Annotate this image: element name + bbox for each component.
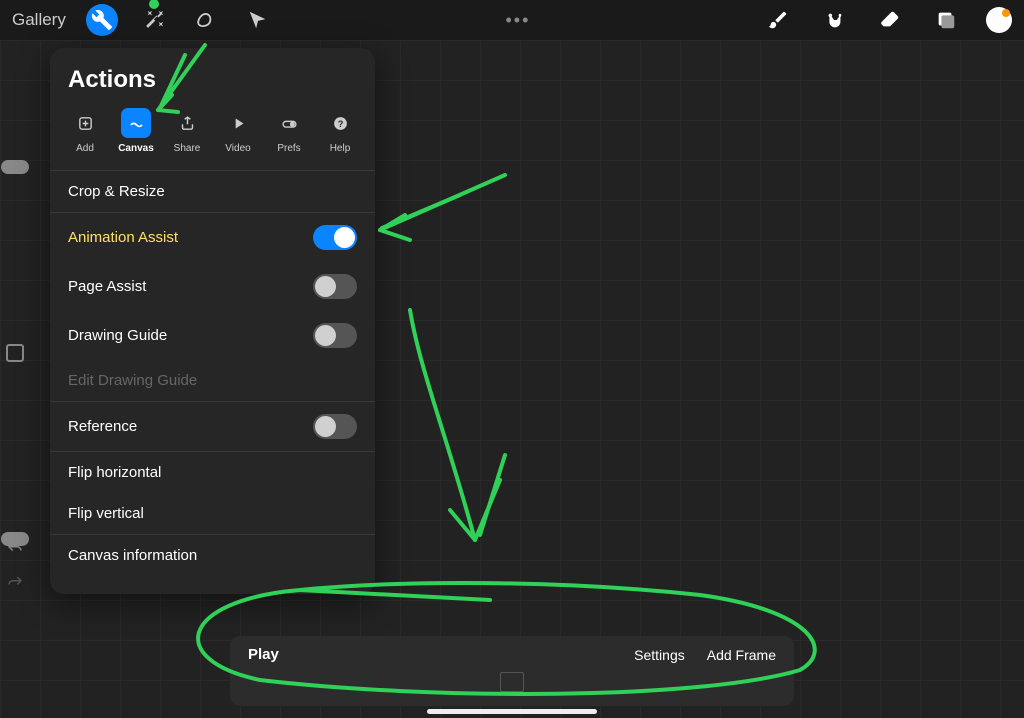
top-toolbar-right bbox=[762, 4, 1012, 36]
tab-label: Canvas bbox=[118, 143, 154, 154]
frame-thumbnail[interactable] bbox=[500, 672, 524, 692]
tab-label: Video bbox=[225, 143, 250, 154]
page-assist-row[interactable]: Page Assist bbox=[50, 262, 375, 311]
tab-label: Share bbox=[174, 143, 201, 154]
tab-add[interactable]: Add bbox=[60, 108, 110, 154]
active-dot-icon bbox=[149, 0, 159, 9]
eraser-icon[interactable] bbox=[874, 4, 906, 36]
edit-drawing-guide-row: Edit Drawing Guide bbox=[50, 360, 375, 401]
add-icon bbox=[77, 115, 94, 132]
animation-assist-toggle[interactable] bbox=[313, 225, 357, 250]
timeline-track[interactable] bbox=[248, 667, 776, 696]
add-frame-button[interactable]: Add Frame bbox=[707, 647, 776, 663]
smudge-icon[interactable] bbox=[818, 4, 850, 36]
top-toolbar-left: Gallery bbox=[12, 4, 274, 36]
cursor-icon[interactable] bbox=[242, 4, 274, 36]
brush-icon[interactable] bbox=[762, 4, 794, 36]
tab-prefs[interactable]: Prefs bbox=[264, 108, 314, 154]
tab-label: Prefs bbox=[277, 143, 300, 154]
layers-icon[interactable] bbox=[930, 4, 962, 36]
play-button[interactable]: Play bbox=[248, 646, 279, 663]
redo-icon[interactable] bbox=[6, 574, 24, 592]
share-icon bbox=[179, 115, 196, 132]
undo-redo-group bbox=[6, 540, 24, 592]
notification-dot-icon bbox=[1002, 9, 1010, 17]
tab-label: Add bbox=[76, 143, 94, 154]
reference-row[interactable]: Reference bbox=[50, 402, 375, 451]
page-assist-toggle[interactable] bbox=[313, 274, 357, 299]
undo-icon[interactable] bbox=[6, 540, 24, 558]
reference-toggle[interactable] bbox=[313, 414, 357, 439]
settings-button[interactable]: Settings bbox=[634, 647, 685, 663]
tab-help[interactable]: ? Help bbox=[315, 108, 365, 154]
color-swatch[interactable] bbox=[986, 7, 1012, 33]
video-icon bbox=[230, 115, 247, 132]
left-sidebar bbox=[0, 160, 30, 546]
crop-resize-row[interactable]: Crop & Resize bbox=[50, 171, 375, 212]
tab-share[interactable]: Share bbox=[162, 108, 212, 154]
canvas-icon bbox=[128, 115, 145, 132]
home-indicator bbox=[427, 709, 597, 714]
help-icon: ? bbox=[332, 115, 349, 132]
magic-wand-icon[interactable] bbox=[138, 4, 170, 36]
animation-timeline: Play Settings Add Frame bbox=[230, 636, 794, 706]
top-toolbar: Gallery ••• bbox=[0, 0, 1024, 40]
actions-title: Actions bbox=[50, 66, 375, 108]
flip-horizontal-row[interactable]: Flip horizontal bbox=[50, 452, 375, 493]
brush-size-slider[interactable] bbox=[1, 160, 29, 174]
tab-canvas[interactable]: Canvas bbox=[111, 108, 161, 154]
tab-video[interactable]: Video bbox=[213, 108, 263, 154]
actions-tabs: Add Canvas Share Video Prefs ? Help bbox=[50, 108, 375, 170]
actions-panel: Actions Add Canvas Share Video Prefs ? H… bbox=[50, 48, 375, 594]
wrench-icon[interactable] bbox=[86, 4, 118, 36]
modify-button[interactable] bbox=[6, 344, 24, 362]
drawing-guide-row[interactable]: Drawing Guide bbox=[50, 311, 375, 360]
drawing-guide-toggle[interactable] bbox=[313, 323, 357, 348]
canvas-information-row[interactable]: Canvas information bbox=[50, 535, 375, 576]
gallery-link[interactable]: Gallery bbox=[12, 10, 66, 30]
selection-icon[interactable] bbox=[190, 4, 222, 36]
svg-text:?: ? bbox=[337, 119, 343, 129]
flip-vertical-row[interactable]: Flip vertical bbox=[50, 493, 375, 534]
tab-label: Help bbox=[330, 143, 351, 154]
prefs-icon bbox=[281, 115, 298, 132]
animation-assist-row[interactable]: Animation Assist bbox=[50, 213, 375, 262]
modify-menu-icon[interactable]: ••• bbox=[505, 10, 530, 31]
